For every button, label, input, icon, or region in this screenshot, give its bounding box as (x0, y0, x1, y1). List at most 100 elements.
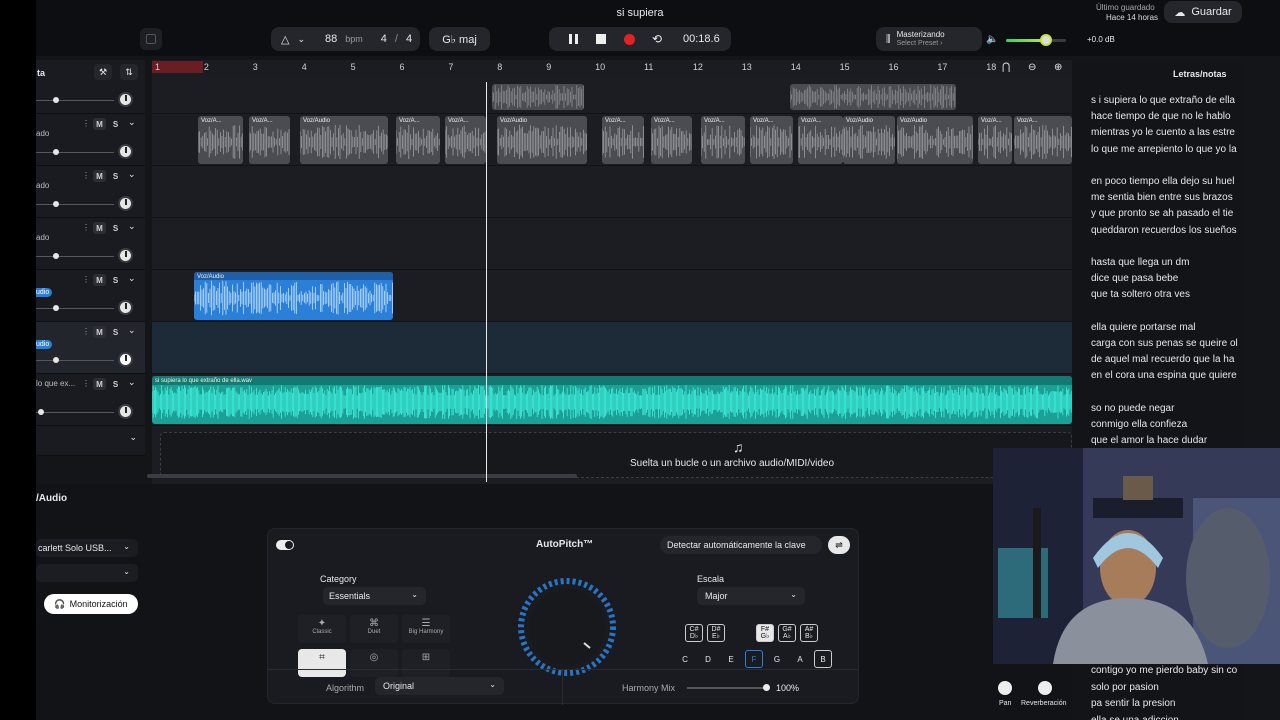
volume-handle[interactable] (1040, 34, 1052, 46)
track-pan-knob[interactable] (118, 248, 133, 263)
mute-button[interactable]: M (93, 118, 106, 130)
preset-button[interactable]: ⌘ Duet (350, 615, 398, 643)
harmony-mix-slider[interactable] (687, 684, 770, 691)
mute-button[interactable]: M (93, 274, 106, 286)
track-volume-handle[interactable] (53, 357, 59, 363)
solo-button[interactable]: S (109, 118, 122, 130)
zoom-out-icon[interactable]: ⊖ (1028, 62, 1036, 73)
audio-clip[interactable]: Voz/Audio (897, 116, 973, 164)
mute-button[interactable]: M (93, 378, 106, 390)
track-pan-knob[interactable] (118, 404, 133, 419)
harmony-mix-handle[interactable] (763, 684, 770, 691)
audio-clip[interactable] (790, 84, 956, 110)
track-volume-slider[interactable] (36, 357, 114, 363)
audio-clip[interactable]: Voz/A... (198, 116, 243, 164)
chevron-down-icon[interactable]: ⌄ (128, 221, 136, 232)
tempo-value[interactable]: 88 (325, 33, 337, 45)
save-button[interactable]: ☁ Guardar (1164, 1, 1242, 23)
monitoring-button[interactable]: 🎧 Monitorización (44, 594, 138, 614)
magnet-icon[interactable]: ⋂ (1002, 62, 1010, 73)
drop-zone[interactable]: ♫ Suelta un bucle o un archivo audio/MID… (160, 432, 1072, 478)
audio-clip[interactable]: Voz/A... (701, 116, 745, 164)
natural-key[interactable]: B (814, 650, 832, 668)
wrench-icon[interactable]: ⚒ (94, 64, 112, 80)
arrangement-lanes[interactable]: Voz/A... Voz/A... Voz/Audio Voz/A... Voz/A..… (152, 74, 1072, 484)
audio-clip[interactable]: Voz/A... (978, 116, 1012, 164)
track-lane[interactable] (152, 166, 1072, 218)
audio-clip[interactable]: Voz/A... (249, 116, 290, 164)
mastering-preset[interactable]: ⫼ Masterizando Select Preset › (876, 27, 982, 51)
sharp-key[interactable]: D# E♭ (707, 624, 725, 642)
natural-key[interactable]: E (722, 650, 740, 668)
track-lane[interactable] (152, 218, 1072, 270)
channel-select[interactable]: ⌄ (36, 564, 138, 582)
sharp-key[interactable]: A# B♭ (800, 624, 818, 642)
more-icon[interactable]: ⋮ (82, 119, 90, 128)
chevron-down-icon[interactable]: ⌄ (128, 117, 136, 128)
algorithm-select[interactable]: Original ⌄ (375, 677, 504, 695)
sort-icon[interactable]: ⇅ (120, 64, 138, 80)
chevron-down-icon[interactable]: ⌄ (128, 325, 136, 336)
track-volume-slider[interactable] (36, 305, 114, 311)
time-signature-den[interactable]: 4 (406, 33, 412, 45)
scale-select[interactable]: Major ⌄ (697, 587, 805, 605)
category-select[interactable]: Essentials ⌄ (323, 587, 426, 605)
track-pan-knob[interactable] (118, 300, 133, 315)
track-header[interactable]: ado ⋮ M S ⌄ (36, 218, 145, 270)
audio-clip[interactable]: Voz/A... (1014, 116, 1072, 164)
track-volume-handle[interactable] (53, 253, 59, 259)
chevron-down-icon[interactable]: ⌄ (128, 377, 136, 388)
track-volume-slider[interactable] (36, 149, 114, 155)
natural-key[interactable]: A (791, 650, 809, 668)
solo-button[interactable]: S (109, 170, 122, 182)
audio-clip[interactable] (492, 84, 584, 110)
audio-clip[interactable]: Voz/A... (396, 116, 440, 164)
audio-clip[interactable]: Voz/A... (602, 116, 644, 164)
track-header[interactable]: ado ⋮ M S ⌄ (36, 166, 145, 218)
input-device-select[interactable]: carlett Solo USB... ⌄ (36, 539, 138, 557)
record-button[interactable] (615, 33, 643, 45)
solo-button[interactable]: S (109, 326, 122, 338)
track-volume-handle[interactable] (53, 97, 59, 103)
metronome-icon[interactable]: △ (281, 33, 289, 46)
audio-clip[interactable]: Voz/A... (798, 116, 843, 164)
mute-button[interactable]: M (93, 326, 106, 338)
preset-button[interactable]: ◎ (350, 649, 398, 677)
track-volume-handle[interactable] (53, 305, 59, 311)
preset-button[interactable]: ☰ Big Harmony (402, 615, 450, 643)
natural-key[interactable]: C (676, 650, 694, 668)
audio-clip-selected[interactable]: Voz/Audio (194, 272, 393, 320)
preset-button[interactable]: ✦ Classic (298, 615, 346, 643)
track-volume-handle[interactable] (53, 149, 59, 155)
track-header[interactable]: udio ⋮ M S ⌄ (36, 270, 145, 322)
retune-knob[interactable] (512, 577, 622, 677)
master-audio-clip[interactable]: si supiera lo que extraño de ella.wav (152, 376, 1072, 424)
track-volume-slider[interactable] (36, 201, 114, 207)
more-icon[interactable]: ⋮ (82, 171, 90, 180)
sharp-key[interactable]: G# A♭ (778, 624, 796, 642)
more-icon[interactable]: ⋮ (82, 275, 90, 284)
master-volume-slider[interactable] (1006, 34, 1066, 46)
track-volume-handle[interactable] (38, 409, 44, 415)
mute-button[interactable]: M (93, 170, 106, 182)
audio-clip[interactable]: Voz/Audio (300, 116, 388, 164)
timeline-ruler[interactable]: 1 2 3 4 5 6 7 8 9 10 11 12 13 14 15 16 17 18 (152, 60, 1072, 74)
track-header[interactable]: ⌄ (36, 426, 145, 456)
chevron-down-icon[interactable]: ⌄ (128, 169, 136, 180)
audio-clip[interactable]: Voz/Audio (843, 116, 895, 164)
track-pan-knob[interactable] (118, 196, 133, 211)
natural-key[interactable]: F (745, 650, 763, 668)
more-icon[interactable]: ⋮ (82, 379, 90, 388)
track-pan-knob[interactable] (118, 144, 133, 159)
chevron-down-icon[interactable]: ⌄ (128, 273, 136, 284)
reverb-knob[interactable] (1038, 681, 1052, 695)
more-icon[interactable]: ⋮ (82, 223, 90, 232)
pause-button[interactable] (559, 34, 587, 44)
track-pan-knob[interactable] (118, 352, 133, 367)
audio-clip[interactable]: Voz/A... (445, 116, 486, 164)
detect-key-button[interactable]: Detectar automáticamente la clave (660, 536, 822, 554)
time-signature-num[interactable]: 4 (381, 33, 387, 45)
preset-button[interactable]: ⊞ (402, 649, 450, 677)
natural-key[interactable]: D (699, 650, 717, 668)
track-pan-knob[interactable] (118, 92, 133, 107)
